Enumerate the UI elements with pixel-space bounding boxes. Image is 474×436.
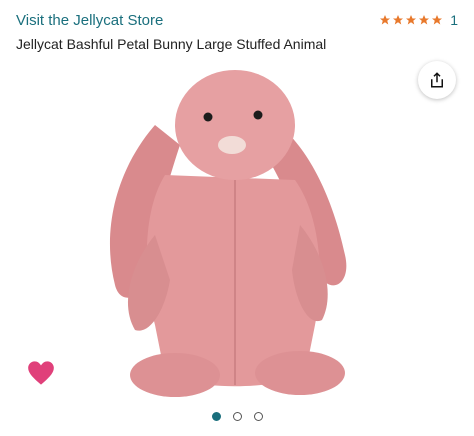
product-title: Jellycat Bashful Petal Bunny Large Stuff…	[16, 36, 327, 52]
share-icon	[431, 72, 443, 88]
star-icon	[419, 15, 430, 25]
star-icon	[393, 15, 404, 25]
carousel-dot[interactable]	[253, 412, 263, 421]
heart-icon[interactable]	[27, 360, 55, 386]
product-image[interactable]	[60, 55, 410, 400]
carousel-dot[interactable]	[232, 412, 242, 421]
rating[interactable]: 1	[379, 12, 458, 28]
rating-count[interactable]: 1	[450, 12, 458, 28]
star-icon	[406, 15, 417, 25]
star-rating	[379, 14, 443, 26]
share-button[interactable]	[418, 61, 456, 99]
carousel-indicator	[0, 412, 474, 421]
store-link[interactable]: Visit the Jellycat Store	[16, 12, 163, 29]
star-icon	[432, 15, 443, 25]
carousel-dot[interactable]	[211, 412, 221, 421]
star-icon	[380, 15, 391, 25]
